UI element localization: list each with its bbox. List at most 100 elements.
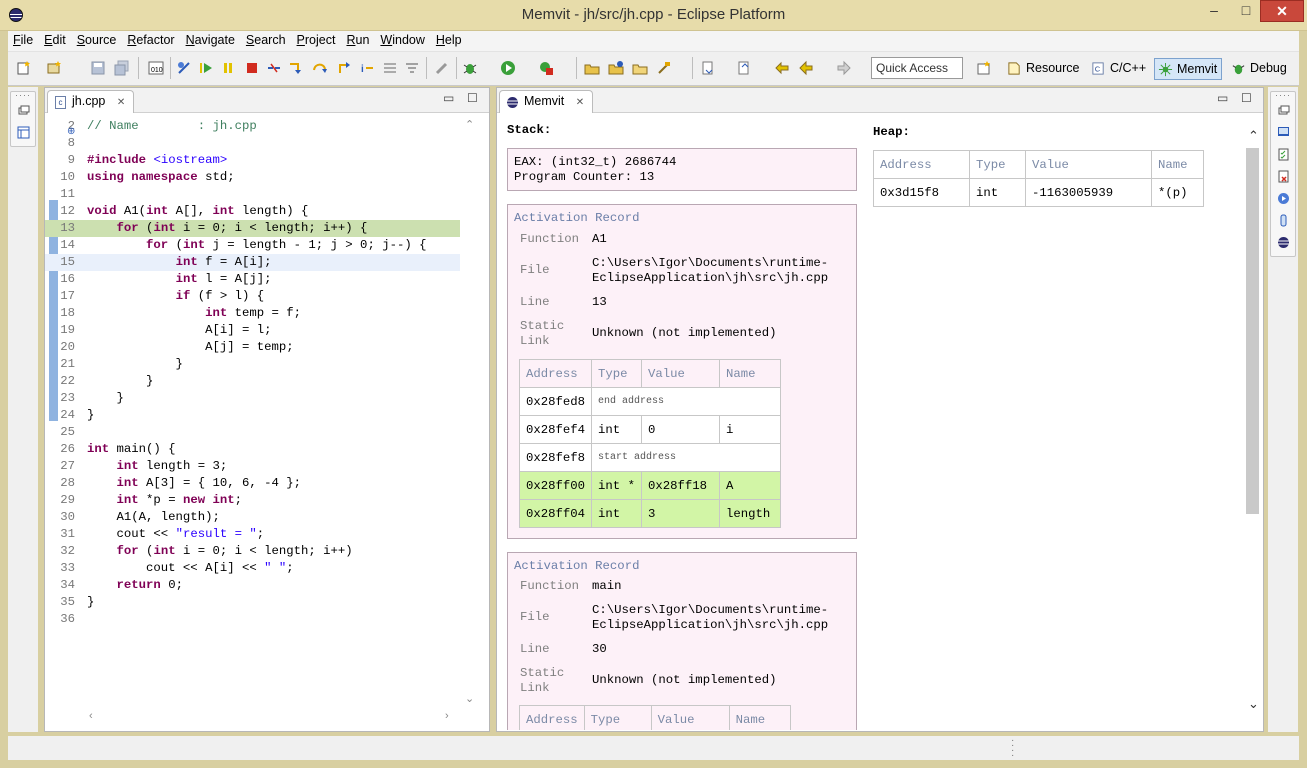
code-line[interactable]: 17 if (f > l) { [45, 288, 460, 305]
step-over-icon[interactable] [312, 60, 328, 76]
restore-right-icon[interactable] [1277, 104, 1290, 117]
perspective-memvit[interactable]: Memvit [1154, 58, 1223, 80]
code-line[interactable]: 34 return 0; [45, 577, 460, 594]
new-project-icon[interactable] [46, 60, 62, 76]
resume-icon[interactable] [198, 60, 214, 76]
code-line[interactable]: 18 int temp = f; [45, 305, 460, 322]
code-line[interactable]: 20 A[j] = temp; [45, 339, 460, 356]
menu-navigate[interactable]: Navigate [181, 31, 241, 47]
scroll-down-icon[interactable]: ⌄ [465, 692, 474, 705]
code-area[interactable]: 2// Name : jh.cpp 8 9 #include <iostream> 10… [45, 118, 460, 708]
code-line[interactable]: 16 int l = A[j]; [45, 271, 460, 288]
menu-help[interactable]: Help [431, 31, 468, 47]
code-line[interactable]: 30 A1(A, length); [45, 509, 460, 526]
terminate-icon[interactable] [244, 60, 260, 76]
scroll-left-icon[interactable]: ‹ [89, 710, 93, 722]
minimize-button[interactable]: – [1200, 0, 1228, 22]
menu-project[interactable]: Project [292, 31, 342, 47]
perspective-cpp[interactable]: C C/C++ [1088, 58, 1150, 80]
back-icon[interactable] [798, 60, 814, 76]
memvit-scroll-thumb[interactable] [1246, 148, 1259, 514]
editor-vertical-scrollbar[interactable]: ⌃ ⌄ [463, 118, 477, 708]
code-line[interactable]: 2// Name : jh.cpp [45, 118, 460, 135]
restore-icon[interactable] [17, 104, 30, 117]
next-annotation-icon[interactable] [700, 60, 716, 76]
memvit-scroll-down-icon[interactable]: ⌄ [1248, 696, 1259, 712]
memvit-scroll-up-icon[interactable]: ⌃ [1248, 128, 1259, 144]
maximize-editor-icon[interactable]: ☐ [467, 91, 478, 105]
menu-refactor[interactable]: Refactor [122, 31, 180, 47]
status-drag-handle[interactable]: · · · · [1011, 736, 1015, 761]
forward-icon[interactable] [836, 60, 852, 76]
editor-horizontal-scrollbar[interactable]: ‹ › [59, 710, 463, 726]
scroll-right-icon[interactable]: › [445, 710, 449, 722]
code-line[interactable]: 27 int length = 3; [45, 458, 460, 475]
binary-icon[interactable]: 010 [148, 60, 164, 76]
menu-window[interactable]: Window [375, 31, 430, 47]
quick-access-input[interactable] [871, 57, 963, 79]
code-line[interactable]: 13 for (int i = 0; i < length; i++) { [45, 220, 460, 237]
close-button[interactable]: ✕ [1260, 0, 1304, 22]
save-all-icon[interactable] [114, 60, 130, 76]
code-line[interactable]: 19 A[i] = l; [45, 322, 460, 339]
drag-handle[interactable]: ···· [15, 90, 31, 100]
menu-edit[interactable]: Edit [39, 31, 72, 47]
minimize-memvit-icon[interactable]: ▭ [1217, 91, 1228, 105]
tab-jh-cpp[interactable]: c jh.cpp ✕ [47, 90, 135, 113]
memvit-view-icon[interactable] [1277, 236, 1290, 249]
instruction-step-icon[interactable]: i [360, 60, 376, 76]
prev-annotation-icon[interactable] [736, 60, 752, 76]
code-line[interactable]: 25 [45, 424, 460, 441]
build-icon[interactable] [656, 60, 672, 76]
maximize-button[interactable]: □ [1232, 0, 1260, 22]
step-into-icon[interactable] [288, 60, 304, 76]
project-explorer-icon[interactable] [17, 126, 30, 139]
close-tab-icon[interactable]: ✕ [117, 97, 125, 108]
menu-file[interactable]: File [8, 31, 39, 47]
external-tools-icon[interactable] [538, 60, 554, 76]
code-line[interactable]: 36 [45, 611, 460, 628]
breakpoints-icon[interactable] [1277, 192, 1290, 205]
code-line[interactable]: 14 for (int j = length - 1; j > 0; j--) … [45, 237, 460, 254]
drag-handle-right[interactable]: ···· [1275, 90, 1291, 100]
menu-source[interactable]: Source [72, 31, 123, 47]
perspective-resource[interactable]: Resource [1004, 58, 1084, 80]
code-line[interactable]: 29 int *p = new int; [45, 492, 460, 509]
code-line[interactable]: 15 int f = A[i]; [45, 254, 460, 271]
new-cpp-project-icon[interactable] [584, 60, 600, 76]
code-line[interactable]: 33 cout << A[i] << " "; [45, 560, 460, 577]
open-folder-icon[interactable] [632, 60, 648, 76]
problems-icon[interactable] [1277, 170, 1290, 183]
suspend-icon[interactable] [220, 60, 236, 76]
code-line[interactable]: 35} [45, 594, 460, 611]
code-line[interactable]: 10 using namespace std; [45, 169, 460, 186]
debug-icon[interactable] [462, 60, 478, 76]
new-folder-icon[interactable] [608, 60, 624, 76]
scroll-up-icon[interactable]: ⌃ [465, 118, 474, 131]
code-line[interactable]: 24} [45, 407, 460, 424]
code-line[interactable]: 26 int main() { [45, 441, 460, 458]
save-icon[interactable] [90, 60, 106, 76]
perspective-debug[interactable]: Debug [1228, 58, 1291, 80]
code-line[interactable]: 12 void A1(int A[], int length) { [45, 203, 460, 220]
drop-frame-icon[interactable] [382, 60, 398, 76]
step-return-icon[interactable] [336, 60, 352, 76]
console-icon[interactable] [1277, 126, 1290, 139]
use-step-filters-icon[interactable] [404, 60, 420, 76]
code-line[interactable]: 32 for (int i = 0; i < length; i++) [45, 543, 460, 560]
toggle-mark-icon[interactable] [434, 60, 450, 76]
maximize-memvit-icon[interactable]: ☐ [1241, 91, 1252, 105]
tasks-icon[interactable] [1277, 148, 1290, 161]
close-memvit-tab-icon[interactable]: ✕ [576, 97, 584, 108]
code-line[interactable]: 31 cout << "result = "; [45, 526, 460, 543]
code-line[interactable]: 9 #include <iostream> [45, 152, 460, 169]
tab-memvit[interactable]: Memvit ✕ [499, 90, 594, 113]
skip-breakpoints-icon[interactable] [176, 60, 192, 76]
memory-icon[interactable] [1277, 214, 1290, 227]
menu-run[interactable]: Run [341, 31, 375, 47]
code-line[interactable]: 8 [45, 135, 460, 152]
code-line[interactable]: 21 } [45, 356, 460, 373]
run-icon[interactable] [500, 60, 516, 76]
minimize-editor-icon[interactable]: ▭ [443, 91, 454, 105]
fold-expand-icon[interactable]: ⊕ [67, 126, 75, 137]
